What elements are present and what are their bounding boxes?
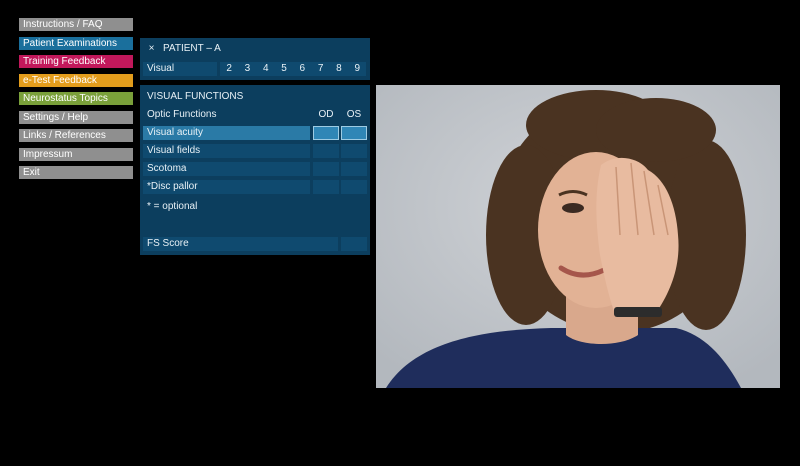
- main-menu: Instructions / FAQ Patient Examinations …: [19, 18, 133, 185]
- os-score-cell[interactable]: [341, 144, 367, 158]
- menu-neurostatus-topics[interactable]: Neurostatus Topics: [19, 92, 133, 105]
- menu-etest-feedback[interactable]: e-Test Feedback: [19, 73, 133, 87]
- functional-system-tabs: Visual 2 3 4 5 6 7 8 9: [143, 62, 367, 76]
- os-score-cell[interactable]: [341, 126, 367, 140]
- os-score-cell[interactable]: [341, 162, 367, 176]
- od-score-cell[interactable]: [313, 180, 339, 194]
- od-column-header: OD: [318, 109, 334, 120]
- patient-video[interactable]: [376, 85, 780, 388]
- tab-8[interactable]: 8: [329, 62, 349, 76]
- tab-7[interactable]: 7: [311, 62, 330, 76]
- os-score-cell[interactable]: [341, 180, 367, 194]
- tab-9[interactable]: 9: [348, 62, 367, 76]
- patient-header: × PATIENT – A: [146, 42, 221, 56]
- patient-panel: × PATIENT – A Visual 2 3 4 5 6 7 8 9: [140, 38, 370, 80]
- fs-score-label: FS Score: [143, 237, 338, 251]
- tab-3[interactable]: 3: [238, 62, 257, 76]
- tab-6[interactable]: 6: [293, 62, 312, 76]
- tab-4[interactable]: 4: [256, 62, 275, 76]
- column-header-row: Optic Functions OD OS: [143, 108, 367, 122]
- row-label: Visual fields: [143, 144, 310, 158]
- fs-score-cell[interactable]: [341, 237, 367, 251]
- tab-2[interactable]: 2: [220, 62, 239, 76]
- table-row-visual-acuity[interactable]: Visual acuity: [143, 126, 367, 140]
- tab-5[interactable]: 5: [274, 62, 294, 76]
- table-row-scotoma[interactable]: Scotoma: [143, 162, 367, 176]
- od-score-cell[interactable]: [313, 126, 339, 140]
- patient-title: PATIENT – A: [163, 43, 221, 54]
- menu-training-feedback[interactable]: Training Feedback: [19, 55, 133, 68]
- os-column-header: OS: [346, 109, 362, 120]
- menu-settings-help[interactable]: Settings / Help: [19, 110, 133, 124]
- table-row-visual-fields[interactable]: Visual fields: [143, 144, 367, 158]
- row-label: Visual acuity: [143, 126, 310, 140]
- od-score-cell[interactable]: [313, 144, 339, 158]
- row-label: *Disc pallor: [143, 180, 310, 194]
- row-label: Scotoma: [143, 162, 310, 176]
- patient-video-frame: [376, 85, 780, 388]
- menu-exit[interactable]: Exit: [19, 166, 133, 179]
- menu-links-references[interactable]: Links / References: [19, 129, 133, 142]
- menu-patient-examinations[interactable]: Patient Examinations: [19, 36, 133, 50]
- close-icon[interactable]: ×: [146, 42, 157, 56]
- visual-functions-panel: VISUAL FUNCTIONS Optic Functions OD OS V…: [140, 85, 370, 255]
- fs-score-row[interactable]: FS Score: [143, 237, 367, 251]
- menu-impressum[interactable]: Impressum: [19, 147, 133, 161]
- section-title: VISUAL FUNCTIONS: [147, 91, 244, 102]
- optional-note: * = optional: [147, 201, 198, 212]
- optic-functions-label: Optic Functions: [147, 109, 217, 120]
- tab-visual[interactable]: Visual: [143, 62, 217, 76]
- table-row-disc-pallor[interactable]: *Disc pallor: [143, 180, 367, 194]
- menu-instructions-faq[interactable]: Instructions / FAQ: [19, 18, 133, 31]
- optional-note-row: * = optional: [143, 200, 367, 214]
- od-score-cell[interactable]: [313, 162, 339, 176]
